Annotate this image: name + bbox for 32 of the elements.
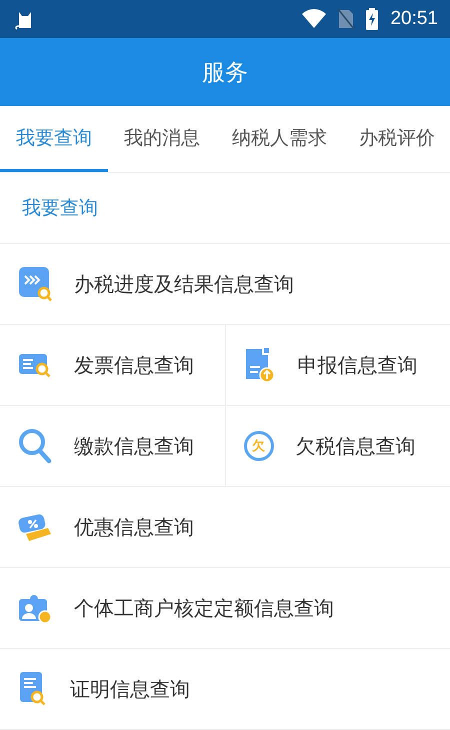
tab[interactable]: 纳税人需求 [216,106,343,172]
coupon-icon [18,512,52,542]
page-title: 服务 [202,58,248,88]
progress-search-icon [18,266,52,302]
owed-tax-icon: 欠 [244,431,274,461]
menu-item[interactable]: 个体工商户核定定额信息查询 [0,568,450,648]
status-time: 20:51 [390,8,438,30]
tab[interactable]: 我要查询 [0,106,108,172]
menu-item-label: 办税进度及结果信息查询 [74,270,294,298]
menu-item[interactable]: 办税进度及结果信息查询 [0,244,450,324]
menu-item-label: 发票信息查询 [74,352,194,378]
document-upload-icon [244,347,276,383]
no-sim-icon [338,9,354,29]
tab[interactable]: 我的消息 [108,106,216,172]
certificate-search-icon [18,671,48,707]
menu-item-label: 欠税信息查询 [296,432,416,460]
battery-charging-icon [366,8,378,30]
menu-item-label: 个体工商户核定定额信息查询 [74,594,334,622]
menu-item[interactable]: 缴款信息查询 [0,406,224,486]
wifi-icon [302,9,326,29]
menu-item-label: 申报信息查询 [298,352,418,378]
menu-item-label: 优惠信息查询 [74,514,194,540]
menu-item-label: 缴款信息查询 [74,432,194,460]
tab[interactable]: 办税评价 [343,106,450,172]
menu-item[interactable]: 申报信息查询 [224,325,450,405]
menu-item[interactable]: 欠 欠税信息查询 [224,406,450,486]
menu-item[interactable]: 优惠信息查询 [0,487,450,567]
search-icon [18,428,52,464]
menu-item[interactable]: 证明信息查询 [0,649,450,729]
menu-item-label: 证明信息查询 [70,676,190,702]
menu-item[interactable]: 发票信息查询 [0,325,224,405]
section-title: 我要查询 [22,196,98,221]
